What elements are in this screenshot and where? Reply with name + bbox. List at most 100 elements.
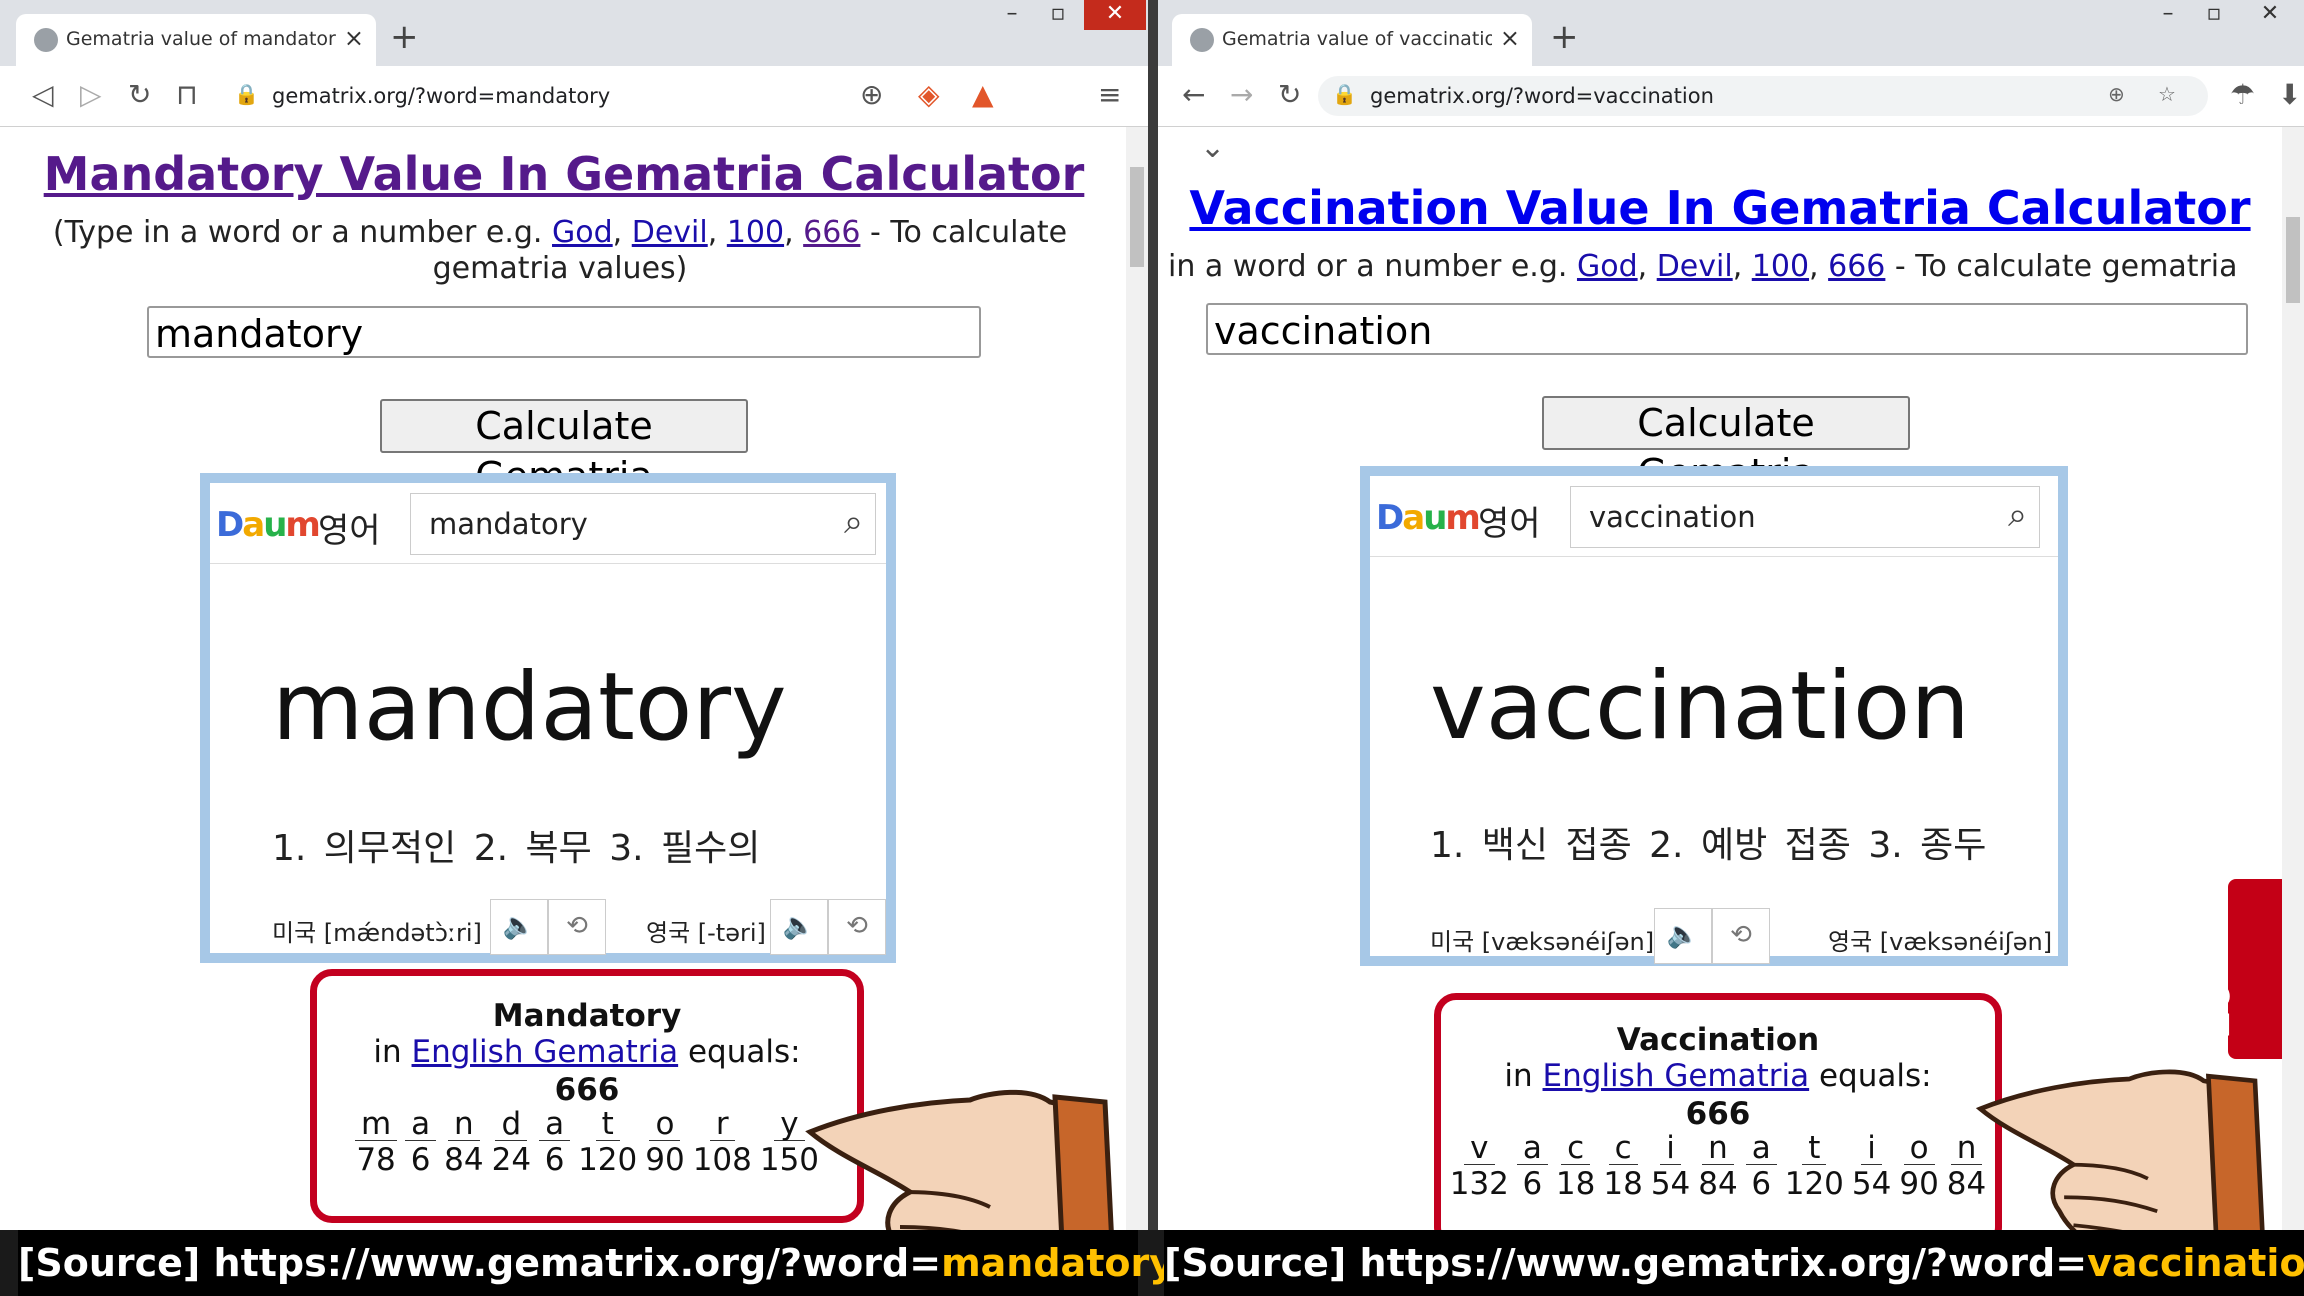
letter-value-cell: a6 (1745, 1132, 1777, 1203)
zoom-icon[interactable]: ⊕ (2108, 82, 2125, 106)
vertical-scrollbar[interactable] (1126, 127, 1148, 1230)
letter-number: 120 (1784, 1166, 1844, 1202)
letter-value-cell: c 18 (1603, 1132, 1642, 1203)
lock-icon: 🔒 (234, 82, 259, 106)
word-input[interactable]: vaccination (1206, 303, 2248, 355)
letter: o (649, 1108, 681, 1141)
letter-value-cell: m 78 (354, 1108, 398, 1179)
letter-number: 6 (1522, 1166, 1543, 1202)
search-icon[interactable]: ⌕ (844, 502, 863, 542)
letter: a (405, 1108, 437, 1141)
source-caption-left: [Source] https://www.gematrix.org/?word=… (18, 1230, 1174, 1296)
new-tab-icon[interactable]: + (1550, 20, 1579, 54)
page-title[interactable]: Mandatory Value In Gematria Calculator (0, 147, 1128, 201)
bookmark-icon[interactable]: ⊓ (176, 78, 198, 112)
dict-language-label: 영어 (1478, 504, 1541, 544)
link-god[interactable]: God (552, 215, 613, 250)
address-bar[interactable]: 🔒 gematrix.org/?word=vaccination ☆ ⊕ (1318, 76, 2208, 116)
download-icon[interactable]: ⬇ (2278, 78, 2301, 112)
vertical-scrollbar[interactable] (2282, 127, 2304, 1230)
navigation-bar: ← → ↻ 🔒 gematrix.org/?word=vaccination ☆… (1158, 66, 2304, 127)
gematria-result-box: Mandatory in English Gematria equals: 66… (310, 969, 864, 1223)
calculate-gematria-button[interactable]: Calculate Gematria (1542, 396, 1910, 495)
dict-divider (210, 563, 886, 564)
right-browser-window: Gematria value of vaccination is 6 × + –… (1158, 0, 2304, 1230)
browser-tab[interactable]: Gematria value of vaccination is 6 × (1172, 14, 1532, 66)
star-icon[interactable]: ☆ (2158, 82, 2176, 106)
left-browser-window: Gematria value of mandatory is 7( × + – … (0, 0, 1148, 1230)
repeat-icon[interactable]: ⟲ (548, 899, 606, 955)
address-bar[interactable]: 🔒 gematrix.org/?word=mandatory (220, 76, 880, 116)
calculate-gematria-button[interactable]: Calculate Gematria (380, 399, 748, 498)
url-text: gematrix.org/?word=vaccination (1370, 84, 1714, 108)
dict-divider (1370, 556, 2058, 557)
close-tab-icon[interactable]: × (344, 24, 364, 52)
speaker-icon[interactable]: 🔈 (770, 899, 828, 955)
menu-icon[interactable]: ≡ (1098, 78, 1121, 112)
us-pronunciation: 미국 [mǽndətɔ̀ːri] (272, 919, 482, 947)
letter: t (595, 1108, 620, 1141)
dict-search-box[interactable]: mandatory ⌕ (410, 493, 876, 555)
speaker-icon[interactable]: 🔈 (490, 899, 548, 955)
chevron-down-icon[interactable]: ⌄ (1200, 131, 1225, 165)
letter: n (448, 1108, 480, 1141)
dict-headword: mandatory (272, 653, 787, 762)
side-counter-badge[interactable]: 97 (2190, 879, 2288, 1059)
word-input[interactable]: mandatory (147, 306, 981, 358)
forward-icon[interactable]: → (1230, 78, 1253, 112)
letter-number: 108 (692, 1142, 752, 1178)
letter-value-cell: n 84 (1698, 1132, 1737, 1203)
link-666[interactable]: 666 (1828, 249, 1885, 284)
english-gematria-link[interactable]: English Gematria (412, 1034, 679, 1070)
dict-search-box[interactable]: vaccination ⌕ (1570, 486, 2040, 548)
dict-language-label: 영어 (318, 511, 381, 551)
page-title[interactable]: Vaccination Value In Gematria Calculator (1158, 181, 2282, 235)
browser-tab[interactable]: Gematria value of mandatory is 7( × (16, 14, 376, 66)
back-icon[interactable]: ← (1182, 78, 1205, 112)
back-icon[interactable]: ◁ (32, 78, 54, 112)
letter-value-cell: d 24 (492, 1108, 531, 1179)
extension-icon[interactable]: ☂ (2230, 78, 2255, 112)
uk-pronunciation: 영국 [-təri] (646, 919, 766, 947)
new-tab-icon[interactable]: + (390, 20, 419, 54)
english-gematria-link[interactable]: English Gematria (1543, 1058, 1810, 1094)
minimize-icon[interactable]: – (2148, 0, 2188, 30)
letter-number: 6 (410, 1142, 431, 1178)
link-100[interactable]: 100 (727, 215, 784, 250)
brave-rewards-icon[interactable]: ▲ (972, 78, 994, 112)
zoom-icon[interactable]: ⊕ (860, 78, 883, 112)
window-close-icon[interactable]: ✕ (2240, 0, 2300, 30)
letter-value-cell: a6 (1516, 1132, 1548, 1203)
window-close-icon[interactable]: ✕ (1084, 0, 1146, 30)
link-god[interactable]: God (1577, 249, 1638, 284)
pointing-hand-icon (1975, 1069, 2265, 1230)
letter-number: 18 (1603, 1166, 1643, 1202)
reload-icon[interactable]: ↻ (1278, 78, 1301, 112)
link-666[interactable]: 666 (803, 215, 860, 250)
reload-icon[interactable]: ↻ (128, 78, 151, 112)
link-100[interactable]: 100 (1752, 249, 1809, 284)
speaker-icon[interactable]: 🔈 (1654, 908, 1712, 964)
brave-shield-icon[interactable]: ◈ (918, 78, 940, 112)
letter-value-cell: a6 (539, 1108, 571, 1179)
letter-value-cell: o 90 (645, 1108, 684, 1179)
maximize-icon[interactable]: ▫ (2192, 0, 2236, 30)
pointing-hand-icon (805, 1089, 1114, 1230)
link-devil[interactable]: Devil (1657, 249, 1733, 284)
minimize-icon[interactable]: – (992, 0, 1032, 30)
search-icon[interactable]: ⌕ (2008, 495, 2027, 535)
link-devil[interactable]: Devil (632, 215, 708, 250)
maximize-icon[interactable]: ▫ (1036, 0, 1080, 30)
tab-title: Gematria value of vaccination is 6 (1222, 28, 1492, 50)
letter-number: 18 (1555, 1166, 1596, 1202)
repeat-icon[interactable]: ⟲ (1712, 908, 1770, 964)
result-in-line: in English Gematria equals: (373, 1034, 801, 1070)
dict-headword: vaccination (1430, 652, 1970, 761)
forward-icon[interactable]: ▷ (80, 78, 102, 112)
scrollbar-thumb[interactable] (1130, 167, 1144, 267)
close-tab-icon[interactable]: × (1500, 24, 1520, 52)
letter-number: 132 (1449, 1166, 1509, 1202)
scrollbar-thumb[interactable] (2286, 217, 2300, 303)
repeat-icon[interactable]: ⟲ (828, 899, 886, 955)
result-value: 666 (554, 1072, 620, 1108)
